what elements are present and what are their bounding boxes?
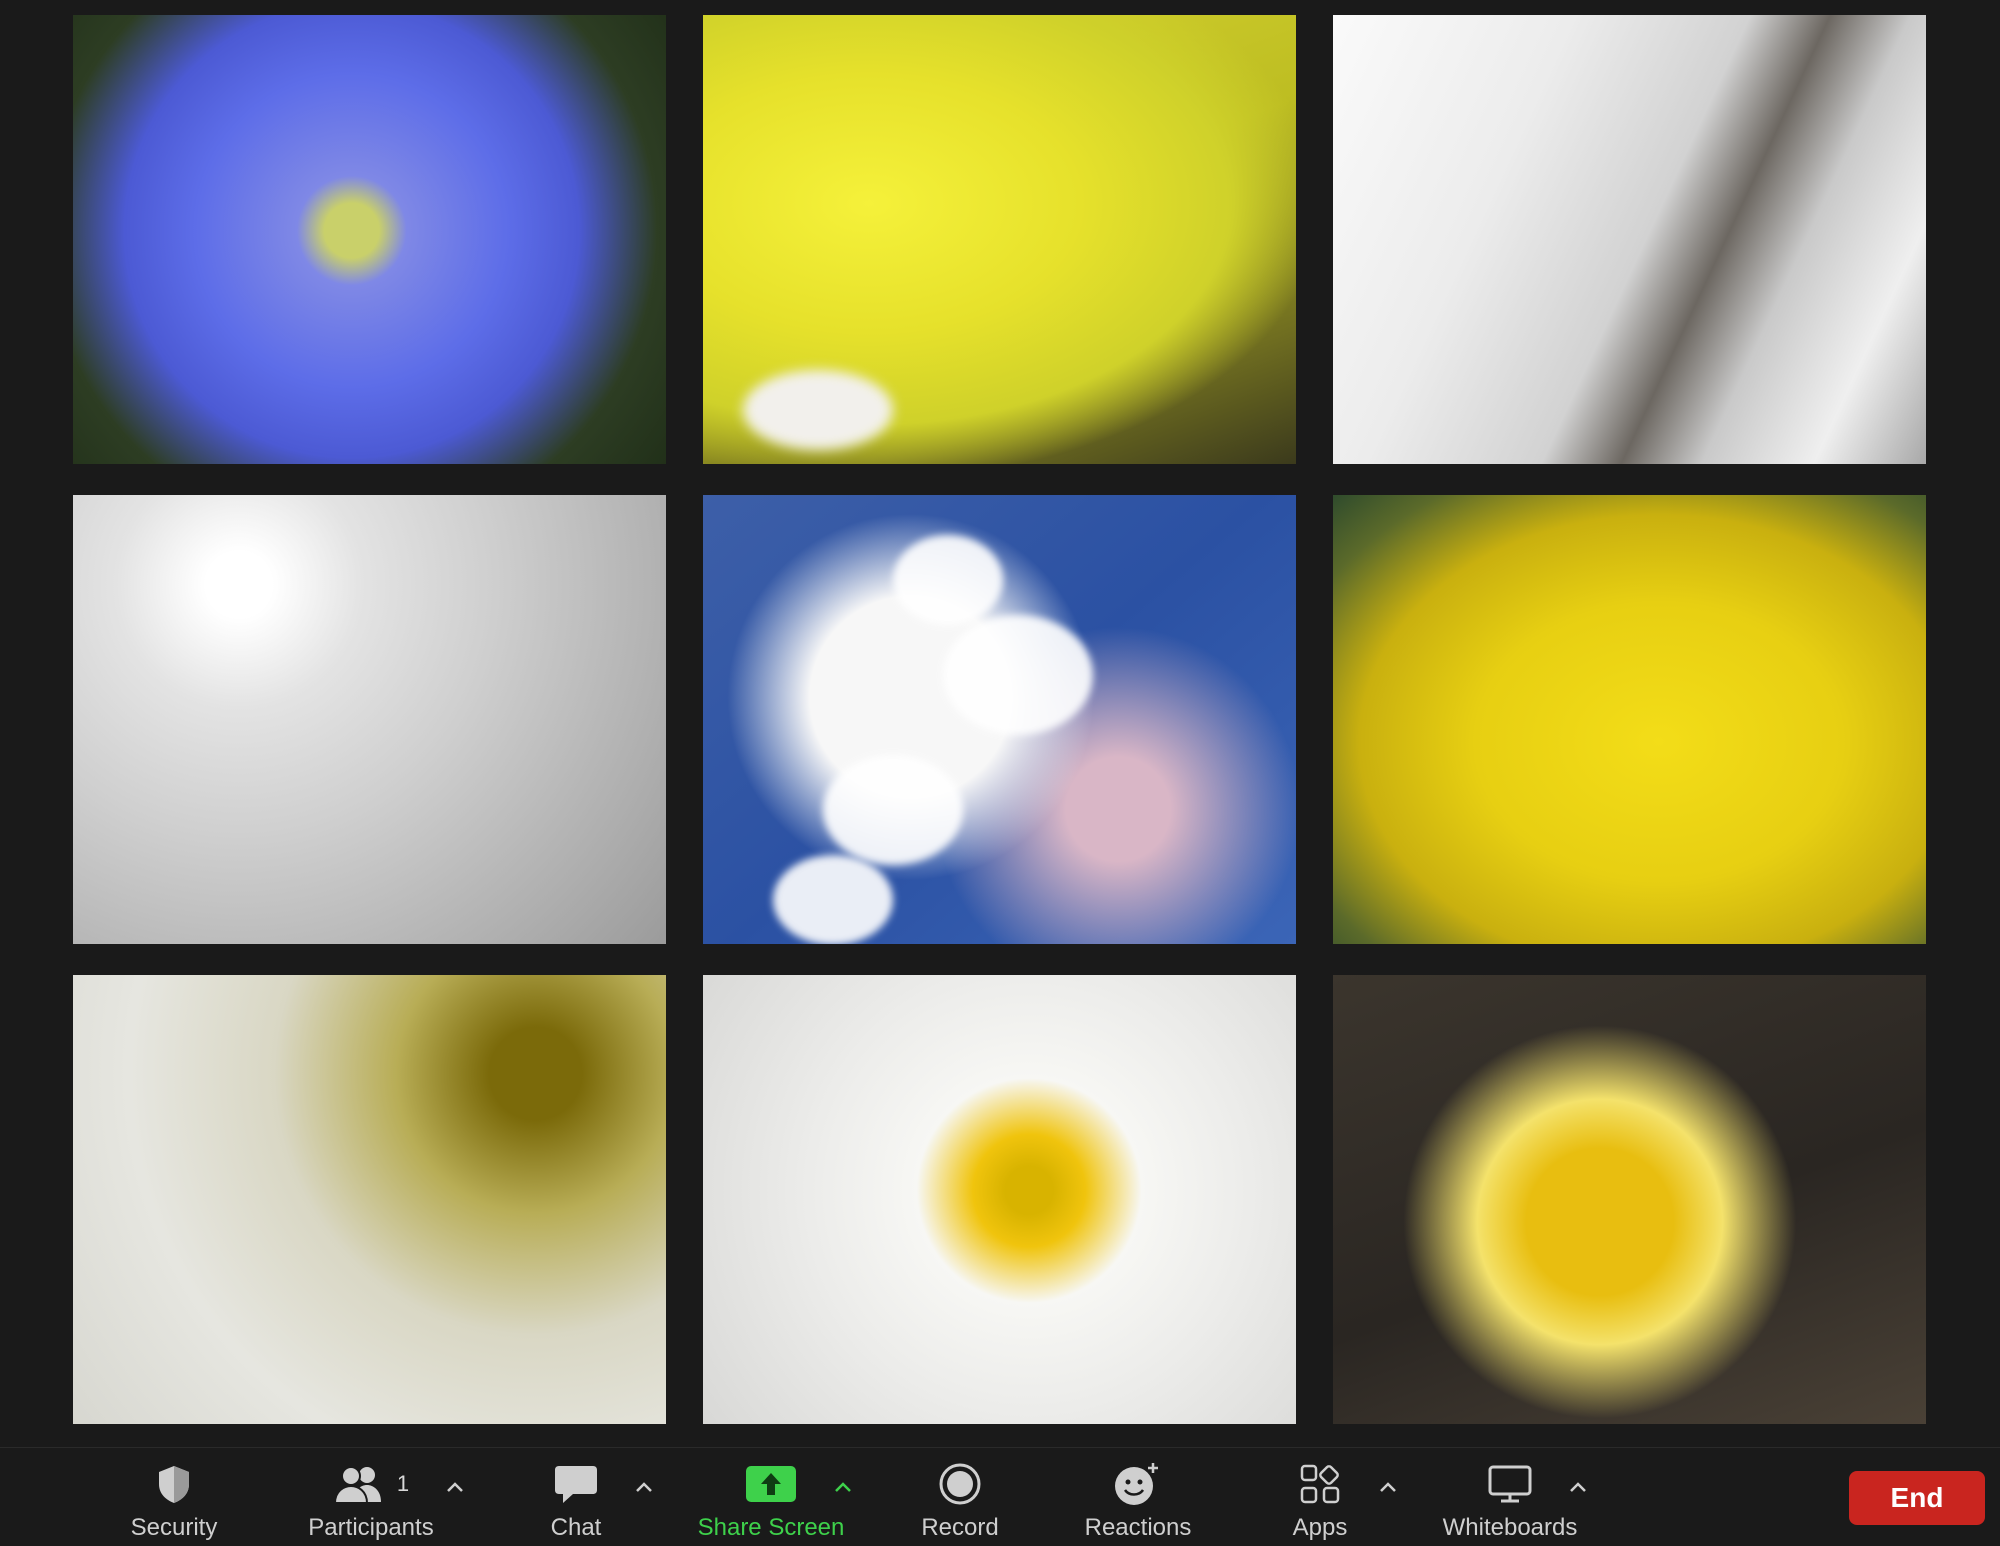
video-tile-7[interactable] xyxy=(73,975,666,1424)
video-feed xyxy=(1333,975,1926,1424)
reactions-label: Reactions xyxy=(1084,1514,1192,1541)
chat-label: Chat xyxy=(550,1514,602,1541)
share-screen-label: Share Screen xyxy=(697,1514,845,1541)
meeting-toolbar: Security 1 Participants Chat Share Scree… xyxy=(0,1447,2000,1546)
participants-icon: 1 xyxy=(333,1462,409,1506)
participants-options-caret[interactable] xyxy=(443,1476,467,1500)
shield-icon xyxy=(154,1462,194,1506)
share-screen-button[interactable]: Share Screen xyxy=(686,1462,856,1542)
video-tile-3[interactable] xyxy=(1333,15,1926,464)
video-tile-4[interactable] xyxy=(73,495,666,944)
video-tile-6[interactable] xyxy=(1333,495,1926,944)
video-feed xyxy=(73,15,666,464)
video-tile-1[interactable] xyxy=(73,15,666,464)
chat-options-caret[interactable] xyxy=(632,1476,656,1500)
video-feed xyxy=(703,15,1296,464)
video-tile-8[interactable] xyxy=(703,975,1296,1424)
chat-button[interactable]: Chat xyxy=(536,1462,616,1542)
video-tile-9[interactable] xyxy=(1333,975,1926,1424)
video-feed xyxy=(1333,495,1926,944)
apps-label: Apps xyxy=(1292,1514,1348,1541)
record-label: Record xyxy=(921,1514,999,1541)
chat-icon xyxy=(553,1462,599,1506)
video-tile-2[interactable] xyxy=(703,15,1296,464)
video-feed xyxy=(73,975,666,1424)
participant-count: 1 xyxy=(396,1471,410,1496)
reactions-icon xyxy=(1113,1462,1163,1506)
share-screen-options-caret[interactable] xyxy=(831,1476,855,1500)
whiteboards-label: Whiteboards xyxy=(1442,1514,1578,1541)
video-grid xyxy=(73,15,1926,1424)
video-feed xyxy=(703,495,1296,944)
apps-button[interactable]: Apps xyxy=(1280,1462,1360,1542)
video-tile-5[interactable] xyxy=(703,495,1296,944)
share-screen-icon xyxy=(745,1462,797,1506)
security-button[interactable]: Security xyxy=(124,1462,224,1542)
whiteboards-button[interactable]: Whiteboards xyxy=(1430,1462,1590,1542)
apps-options-caret[interactable] xyxy=(1376,1476,1400,1500)
video-feed xyxy=(1333,15,1926,464)
end-meeting-button[interactable]: End xyxy=(1849,1471,1985,1525)
security-label: Security xyxy=(130,1514,218,1541)
record-button[interactable]: Record xyxy=(910,1462,1010,1542)
whiteboards-options-caret[interactable] xyxy=(1566,1476,1590,1500)
apps-icon xyxy=(1300,1462,1340,1506)
reactions-button[interactable]: Reactions xyxy=(1073,1462,1203,1542)
record-icon xyxy=(938,1462,982,1506)
participants-label: Participants xyxy=(308,1514,434,1541)
video-feed xyxy=(73,495,666,944)
video-feed xyxy=(703,975,1296,1424)
whiteboard-icon xyxy=(1487,1462,1533,1506)
participants-button[interactable]: 1 Participants xyxy=(296,1462,446,1542)
